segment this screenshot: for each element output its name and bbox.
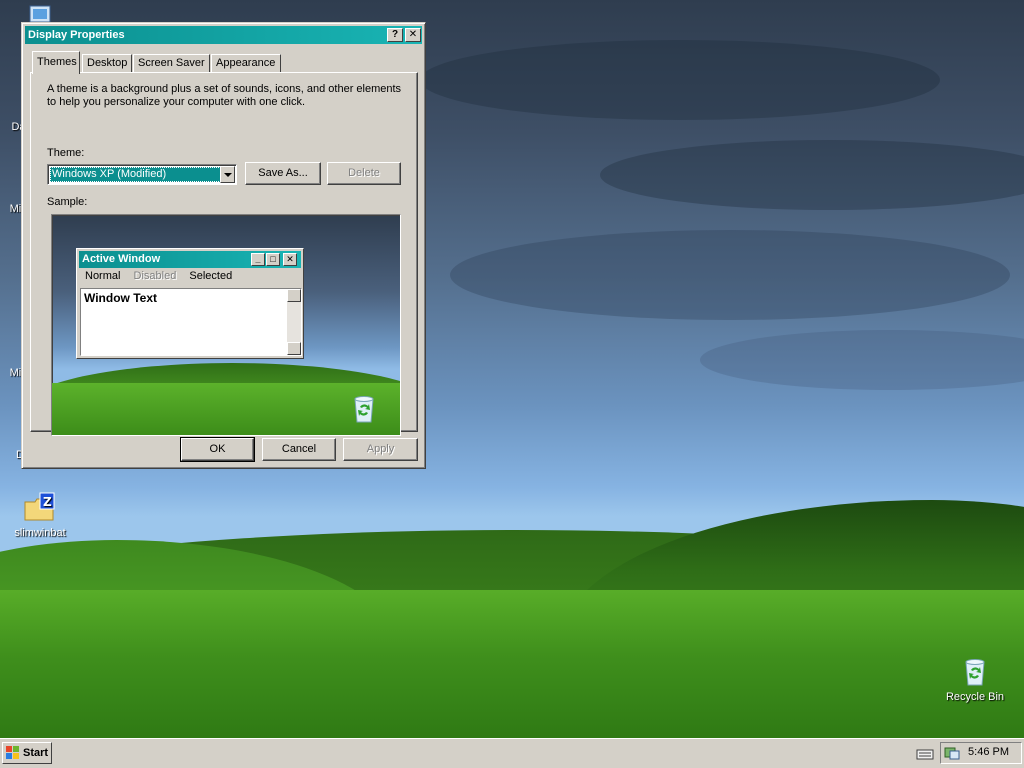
theme-label: Theme: [47, 147, 85, 159]
tab-screen-saver[interactable]: Screen Saver [133, 54, 210, 73]
folder-icon: Z [24, 492, 55, 521]
theme-select-value: Windows XP (Modified) [50, 167, 221, 182]
start-label: Start [23, 747, 49, 759]
desktop-icon-slimwinbat[interactable]: Z slimwinbat [0, 492, 80, 539]
cancel-button[interactable]: Cancel [262, 438, 336, 461]
theme-select[interactable]: Windows XP (Modified) [47, 164, 237, 185]
keyboard-icon[interactable] [916, 747, 934, 761]
maximize-icon: □ [266, 253, 280, 266]
chevron-down-icon[interactable] [220, 166, 235, 183]
dialog-titlebar[interactable]: Display Properties ? ✕ [25, 26, 422, 44]
apply-button[interactable]: Apply [343, 438, 418, 461]
sample-label: Sample: [47, 196, 88, 208]
theme-description: A theme is a background plus a set of so… [47, 83, 402, 108]
desktop-icon-recycle-bin[interactable]: Recycle Bin [935, 656, 1015, 703]
clock[interactable]: 5:46 PM [968, 746, 1009, 758]
network-icon[interactable] [944, 745, 960, 761]
close-icon: ✕ [283, 253, 297, 266]
windows-logo-icon [6, 746, 19, 759]
recycle-bin-icon [354, 396, 374, 423]
sample-scrollbar [287, 289, 301, 355]
dialog-title: Display Properties [28, 29, 125, 41]
start-button[interactable]: Start [2, 742, 52, 764]
close-button[interactable]: ✕ [405, 28, 421, 42]
tab-desktop[interactable]: Desktop [82, 54, 132, 73]
green-hills [0, 500, 1024, 738]
themes-panel: A theme is a background plus a set of so… [30, 72, 418, 436]
desktop-icon-label: Recycle Bin [945, 691, 1005, 703]
help-button[interactable]: ? [387, 28, 403, 42]
delete-button[interactable]: Delete [327, 162, 401, 185]
theme-sample-preview: Active Window _ □ ✕ Normal Disabled Sele… [51, 214, 401, 436]
sample-active-window: Active Window _ □ ✕ Normal Disabled Sele… [76, 248, 304, 359]
minimize-icon: _ [251, 253, 265, 266]
recycle-bin-icon [965, 659, 985, 686]
taskbar: Start 5:46 PM [0, 738, 1024, 768]
ok-button[interactable]: OK [180, 437, 255, 462]
sample-window-text: Window Text [84, 291, 157, 305]
sample-window-text-area: Window Text [80, 288, 302, 356]
sample-menu-normal: Normal [85, 270, 121, 282]
tab-appearance[interactable]: Appearance [211, 54, 281, 73]
sample-menu-disabled: Disabled [133, 270, 177, 282]
system-tray: 5:46 PM [940, 742, 1022, 764]
sample-menu: Normal Disabled Selected [85, 270, 242, 282]
save-as-button[interactable]: Save As... [245, 162, 321, 185]
sample-window-title: Active Window _ □ ✕ [79, 251, 301, 268]
display-properties-dialog: Display Properties ? ✕ Themes Desktop Sc… [21, 22, 426, 469]
sample-menu-selected: Selected [189, 270, 233, 282]
svg-text:Z: Z [43, 495, 52, 509]
tab-themes[interactable]: Themes [32, 51, 80, 74]
desktop-icon-label: slimwinbat [14, 527, 66, 539]
